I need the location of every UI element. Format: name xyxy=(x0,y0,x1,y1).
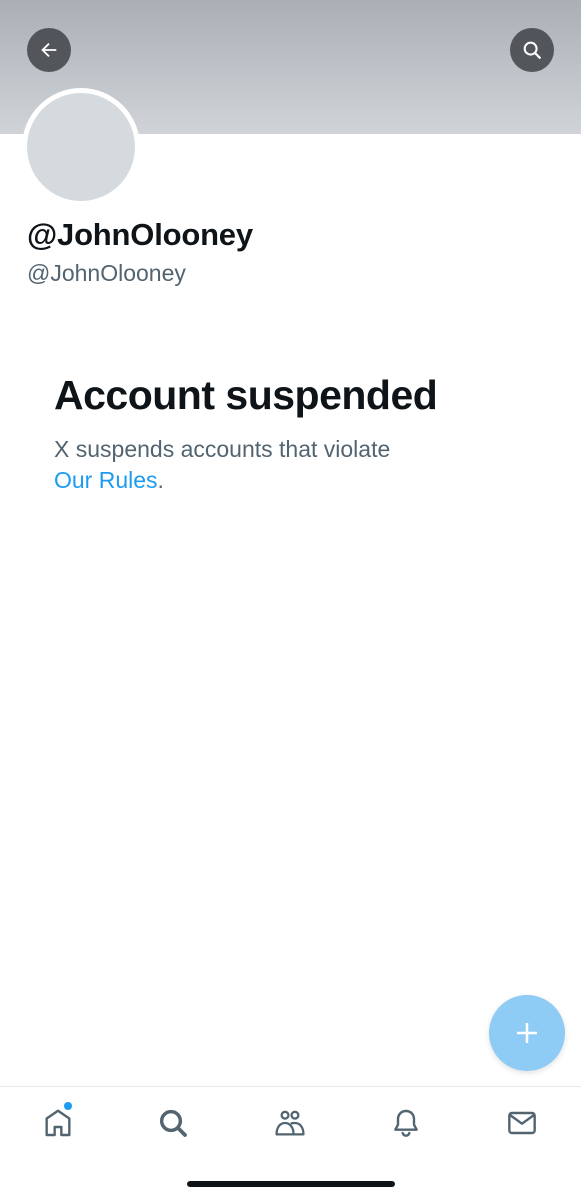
tab-search[interactable] xyxy=(153,1103,193,1143)
home-indicator[interactable] xyxy=(187,1181,395,1187)
search-icon xyxy=(523,41,541,59)
compose-button[interactable] xyxy=(489,995,565,1071)
avatar-placeholder xyxy=(27,93,135,201)
tab-home[interactable] xyxy=(38,1102,78,1143)
profile-display-name: @JohnOlooney xyxy=(27,217,253,252)
bell-icon xyxy=(394,1109,418,1137)
mail-icon xyxy=(508,1111,536,1135)
suspended-title: Account suspended xyxy=(54,372,438,418)
tab-notifications[interactable] xyxy=(386,1103,426,1143)
our-rules-link[interactable]: Our Rules xyxy=(54,467,158,493)
tab-communities[interactable] xyxy=(270,1103,310,1143)
arrow-left-icon xyxy=(41,42,57,58)
communities-icon xyxy=(275,1110,305,1136)
home-icon xyxy=(45,1109,71,1137)
back-button[interactable] xyxy=(27,28,71,72)
suspended-message: X suspends accounts that violate Our Rul… xyxy=(54,434,494,496)
tab-messages[interactable] xyxy=(502,1103,542,1143)
plus-icon xyxy=(517,1023,537,1043)
suspended-message-text: X suspends accounts that violate xyxy=(54,436,391,462)
unread-dot xyxy=(64,1102,72,1110)
search-icon xyxy=(159,1109,187,1137)
profile-handle: @JohnOlooney xyxy=(27,260,186,286)
search-button[interactable] xyxy=(510,28,554,72)
profile-screen: @JohnOlooney @JohnOlooney Account suspen… xyxy=(0,0,581,1199)
suspended-message-period: . xyxy=(157,467,164,493)
avatar[interactable] xyxy=(22,88,140,206)
